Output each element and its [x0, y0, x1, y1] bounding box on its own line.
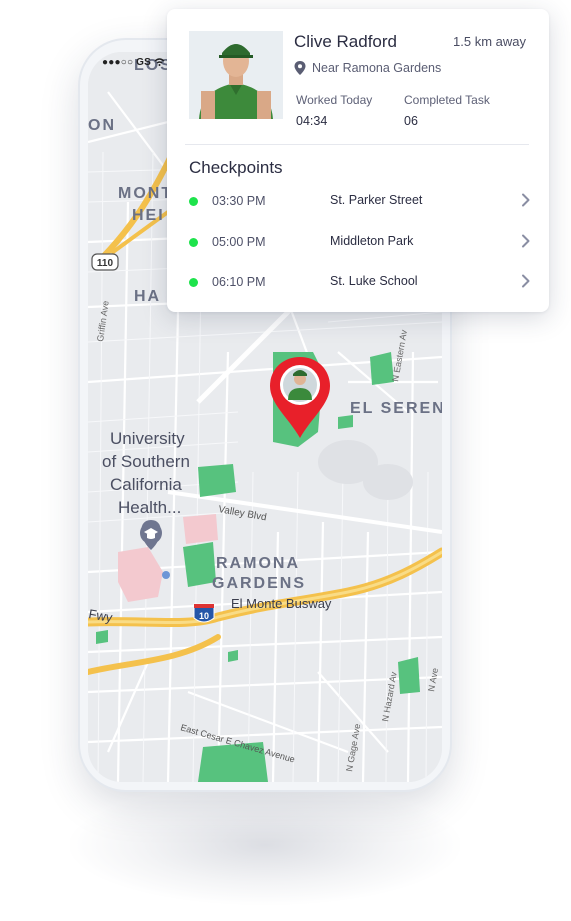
map-label-ramona-1: RAMONA: [216, 555, 300, 572]
worked-today-label: Worked Today: [296, 93, 373, 107]
checkpoint-time: 06:10 PM: [212, 275, 266, 289]
checkpoint-place: St. Parker Street: [330, 193, 423, 207]
location-pin-icon: [294, 61, 306, 75]
transit-marker-icon: [162, 571, 170, 579]
svg-text:110: 110: [97, 258, 114, 269]
checkpoints-title: Checkpoints: [189, 158, 283, 177]
completed-task-value: 06: [404, 114, 418, 128]
checkpoint-place: Middleton Park: [330, 234, 414, 248]
worker-name: Clive Radford: [294, 32, 397, 51]
svg-text:10: 10: [199, 611, 209, 621]
map-label-el-monte: El Monte Busway: [231, 596, 332, 611]
worker-info-card: Clive Radford 1.5 km away Near Ramona Ga…: [167, 9, 549, 312]
map-label-heights: HEI: [132, 207, 165, 224]
completed-task-label: Completed Task: [404, 93, 490, 107]
map-label-el-sereno: EL SEREN: [350, 400, 442, 417]
chevron-right-icon[interactable]: [521, 193, 531, 207]
map-label-usc-3: California: [110, 475, 182, 494]
checkpoint-status-dot: [189, 278, 198, 287]
checkpoint-row[interactable]: 06:10 PM St. Luke School: [189, 272, 531, 294]
checkpoint-time: 03:30 PM: [212, 194, 266, 208]
worker-location-text: Near Ramona Gardens: [312, 61, 442, 75]
card-divider: [185, 144, 529, 145]
checkpoint-status-dot: [189, 197, 198, 206]
map-label-ramona-2: GARDENS: [212, 575, 306, 592]
map-label-usc-2: of Southern: [102, 452, 190, 471]
checkpoint-status-dot: [189, 238, 198, 247]
checkpoint-row[interactable]: 05:00 PM Middleton Park: [189, 232, 531, 254]
phone-shadow: [70, 785, 460, 905]
status-bar: ●●●○○ GS: [102, 57, 165, 68]
worked-today-value: 04:34: [296, 114, 328, 128]
worker-distance: 1.5 km away: [453, 34, 526, 49]
worker-avatar[interactable]: [189, 31, 283, 119]
map-label-ha: HA: [134, 288, 161, 305]
map-label-usc-1: University: [110, 429, 185, 448]
chevron-right-icon[interactable]: [521, 234, 531, 248]
highway-110-shield: 110: [91, 253, 119, 271]
map-label-usc-4: Health...: [118, 498, 181, 517]
worker-location: Near Ramona Gardens: [294, 61, 441, 75]
map-label-monterey: MONT: [118, 185, 173, 202]
checkpoint-row[interactable]: 03:30 PM St. Parker Street: [189, 191, 531, 213]
map-label-on: ON: [88, 117, 116, 134]
signal-strength-text: ●●●○○ GS: [102, 57, 152, 68]
checkpoint-place: St. Luke School: [330, 274, 418, 288]
highway-10-shield: 10: [193, 603, 215, 623]
chevron-right-icon[interactable]: [521, 274, 531, 288]
checkpoint-time: 05:00 PM: [212, 235, 266, 249]
wifi-icon: [154, 58, 165, 67]
